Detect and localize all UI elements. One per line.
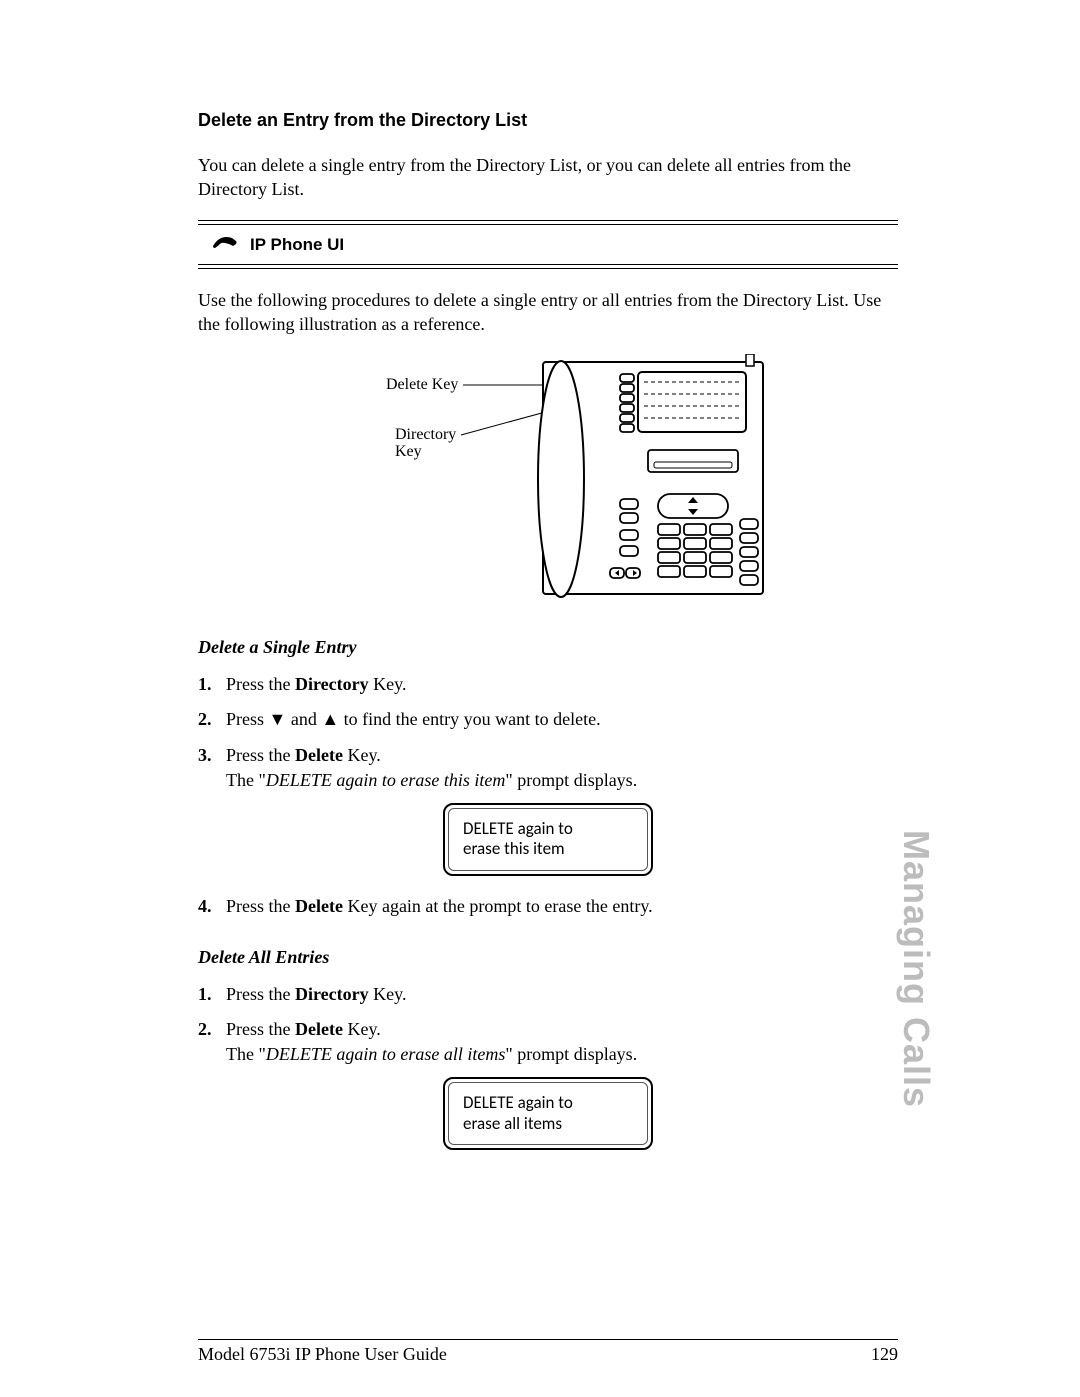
page-footer: Model 6753i IP Phone User Guide 129 bbox=[198, 1339, 898, 1365]
side-tab: Managing Calls bbox=[895, 830, 937, 1108]
label-delete-key: Delete Key bbox=[386, 376, 458, 393]
phone-illustration: Delete Key Directory Key bbox=[198, 354, 898, 609]
step-single-1: Press the Directory Key. bbox=[198, 672, 898, 697]
section-title: Delete an Entry from the Directory List bbox=[198, 110, 898, 131]
lcd-prompt-all: DELETE again to erase all items bbox=[443, 1077, 653, 1150]
heading-all: Delete All Entries bbox=[198, 947, 898, 968]
steps-single-continued: Press the Delete Key again at the prompt… bbox=[198, 894, 898, 919]
section-intro: You can delete a single entry from the D… bbox=[198, 153, 898, 202]
heading-single: Delete a Single Entry bbox=[198, 637, 898, 658]
callout-box: IP Phone UI bbox=[198, 220, 898, 270]
up-arrow-icon: ▲ bbox=[321, 709, 339, 729]
label-directory-key-l1: Directory bbox=[395, 426, 456, 443]
footer-page-number: 129 bbox=[871, 1344, 898, 1365]
lcd-prompt-single: DELETE again to erase this item bbox=[443, 803, 653, 876]
step-single-4: Press the Delete Key again at the prompt… bbox=[198, 894, 898, 919]
down-arrow-icon: ▼ bbox=[269, 709, 287, 729]
intro-2: Use the following procedures to delete a… bbox=[198, 288, 898, 337]
steps-all: Press the Directory Key. Press the Delet… bbox=[198, 982, 898, 1068]
steps-single: Press the Directory Key. Press ▼ and ▲ t… bbox=[198, 672, 898, 793]
footer-left: Model 6753i IP Phone User Guide bbox=[198, 1344, 447, 1365]
step-single-3: Press the Delete Key. The "DELETE again … bbox=[198, 743, 898, 793]
phone-icon bbox=[210, 232, 240, 259]
step-all-2: Press the Delete Key. The "DELETE again … bbox=[198, 1017, 898, 1067]
step-single-2: Press ▼ and ▲ to find the entry you want… bbox=[198, 707, 898, 732]
callout-label: IP Phone UI bbox=[250, 235, 344, 255]
phone-icon-body bbox=[538, 354, 763, 597]
label-directory-key-l2: Key bbox=[395, 443, 422, 460]
step-all-1: Press the Directory Key. bbox=[198, 982, 898, 1007]
